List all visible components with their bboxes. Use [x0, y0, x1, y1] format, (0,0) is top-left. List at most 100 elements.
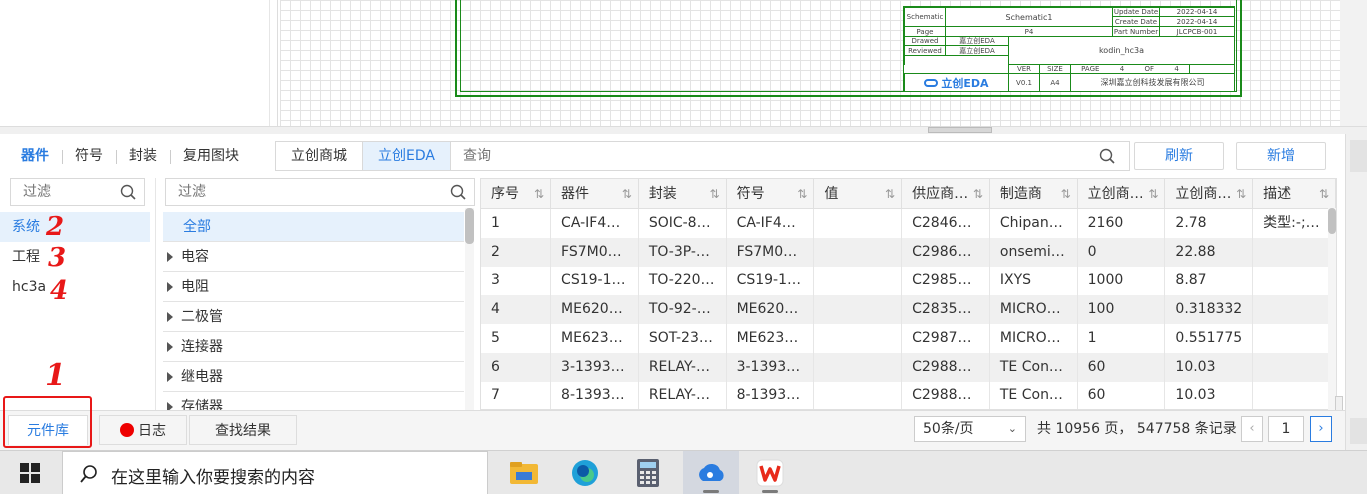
splitter-handle[interactable] — [928, 127, 992, 133]
search-icon — [120, 184, 136, 200]
sort-icon[interactable]: ⇅ — [710, 179, 720, 209]
library-item-project[interactable]: 工程 — [0, 242, 150, 272]
start-button[interactable] — [0, 451, 60, 494]
caret-right-icon[interactable] — [167, 311, 173, 322]
table-header: 序号 ⇅ 器件 ⇅ 封装 ⇅ 符号 ⇅ 值 ⇅ 供应商… ⇅ 制造商 ⇅ 立创商… ⇅ 立创商… ⇅ 描述 ⇅ — [481, 179, 1336, 209]
tab-lceda[interactable]: 立创EDA — [363, 142, 451, 170]
table-cell — [1253, 381, 1336, 409]
caret-right-icon[interactable] — [167, 281, 173, 292]
sort-icon[interactable]: ⇅ — [534, 179, 544, 209]
column-header[interactable]: 制造商 ⇅ — [990, 179, 1078, 209]
column-header[interactable]: 序号 ⇅ — [481, 179, 552, 209]
canvas-scrollbar[interactable] — [1340, 0, 1367, 126]
table-row[interactable]: 4 ME620… TO-92-… ME620… C2835… MICRO… 100 0.318… — [481, 295, 1336, 325]
column-header-label: 值 — [824, 186, 839, 202]
page-size-select[interactable]: 50条/页 ⌄ — [914, 416, 1026, 442]
tab-find-results[interactable]: 查找结果 — [189, 415, 297, 445]
tab-lcsc-mall[interactable]: 立创商城 — [276, 142, 363, 170]
panel-splitter[interactable] — [0, 126, 1367, 134]
table-row[interactable]: 1 CA-IF4… SOIC-8… CA-IF4… C2846… Chipan… 2160 2… — [481, 209, 1336, 238]
of-label: OF — [1144, 65, 1155, 73]
category-item[interactable]: 电阻 — [163, 272, 464, 302]
table-cell: 1 — [481, 209, 552, 238]
pager-info: 共 10956 页， 547758 条记录 — [1037, 421, 1237, 437]
tab-log[interactable]: 日志 — [99, 415, 187, 445]
table-cell: IXYS — [990, 266, 1078, 296]
table-row[interactable]: 3 CS19-1… TO-220… CS19-1… C2985… IXYS 1000 8.87 — [481, 266, 1336, 296]
search-icon[interactable] — [1099, 148, 1115, 164]
category-scroll-thumb[interactable] — [465, 208, 474, 244]
table-row[interactable]: 2 FS7M0… TO-3P-… FS7M0… C2986… onsemi… 0 22.88 — [481, 237, 1336, 267]
table-cell: ME623… — [727, 323, 815, 353]
caret-right-icon[interactable] — [167, 401, 173, 410]
file-explorer-icon[interactable] — [496, 451, 552, 494]
category-item[interactable]: 存储器 — [163, 392, 464, 410]
category-filter-input[interactable] — [166, 179, 474, 205]
column-header[interactable]: 封装 ⇅ — [639, 179, 727, 209]
rail-button[interactable] — [1350, 140, 1367, 172]
tab-reuse-block[interactable]: 复用图块 — [170, 142, 252, 170]
tab-symbol[interactable]: 符号 — [62, 142, 116, 170]
column-header-label: 描述 — [1263, 186, 1292, 202]
column-header[interactable]: 立创商… ⇅ — [1165, 179, 1254, 209]
column-header[interactable]: 器件 ⇅ — [551, 179, 639, 209]
column-header[interactable]: 立创商… ⇅ — [1078, 179, 1166, 209]
column-header-label: 序号 — [491, 186, 519, 202]
table-cell: FS7M0… — [551, 237, 639, 267]
sort-icon[interactable]: ⇅ — [1319, 179, 1329, 209]
table-cell: CS19-1… — [551, 266, 639, 296]
table-row[interactable]: 7 8-1393… RELAY-… 8-1393… C2988… TE Con… 60 10.… — [481, 381, 1336, 409]
column-header[interactable]: 符号 ⇅ — [727, 179, 815, 209]
caret-right-icon[interactable] — [167, 251, 173, 262]
table-scroll-thumb[interactable] — [1328, 208, 1336, 234]
sort-icon[interactable]: ⇅ — [885, 179, 895, 209]
table-cell: 60 — [1078, 352, 1166, 382]
library-type-tabs: 器件 符号 封装 复用图块 — [8, 142, 252, 170]
table-cell: TO-92-… — [639, 295, 727, 325]
sort-icon[interactable]: ⇅ — [1236, 179, 1246, 209]
table-cell: onsemi… — [990, 237, 1078, 267]
category-all[interactable]: 全部 — [163, 212, 464, 242]
calculator-icon[interactable] — [620, 451, 676, 494]
edge-icon[interactable] — [557, 451, 613, 494]
taskbar-search-box[interactable]: 在这里输入你要搜索的内容 — [62, 451, 488, 494]
rail-button[interactable] — [1350, 418, 1367, 444]
category-item[interactable]: 二极管 — [163, 302, 464, 332]
column-header[interactable]: 描述 ⇅ — [1253, 179, 1336, 209]
category-item[interactable]: 连接器 — [163, 332, 464, 362]
caret-right-icon[interactable] — [167, 341, 173, 352]
tab-device[interactable]: 器件 — [8, 142, 62, 170]
table-scrollbar[interactable] — [1328, 208, 1336, 410]
table-cell: 3 — [481, 266, 552, 296]
schematic-canvas[interactable]: Schematic Schematic1 Update Date 2022-04… — [0, 0, 1367, 130]
table-cell: 0.318332 — [1165, 295, 1254, 325]
refresh-button[interactable]: 刷新 — [1134, 142, 1224, 170]
page-number-input[interactable]: 1 — [1268, 416, 1304, 442]
prev-page-button[interactable]: ‹ — [1241, 416, 1263, 442]
wps-icon[interactable] — [742, 451, 798, 494]
table-row[interactable]: 5 ME623… SOT-23… ME623… C2987… MICRO… 1 0.55177… — [481, 323, 1336, 353]
library-item-hc3a[interactable]: hc3a — [0, 272, 150, 302]
query-input[interactable] — [450, 142, 1129, 170]
column-header[interactable]: 值 ⇅ — [814, 179, 903, 209]
library-item-system[interactable]: 系统 — [0, 212, 150, 242]
sort-icon[interactable]: ⇅ — [797, 179, 807, 209]
column-header[interactable]: 供应商… ⇅ — [902, 179, 990, 209]
sort-icon[interactable]: ⇅ — [973, 179, 983, 209]
sort-icon[interactable]: ⇅ — [622, 179, 632, 209]
sort-icon[interactable]: ⇅ — [1061, 179, 1071, 209]
table-cell — [814, 323, 903, 353]
category-item[interactable]: 电容 — [163, 242, 464, 272]
sort-icon[interactable]: ⇅ — [1148, 179, 1158, 209]
add-button[interactable]: 新增 — [1236, 142, 1326, 170]
next-page-button[interactable]: › — [1310, 416, 1332, 442]
library-filter — [10, 178, 145, 206]
caret-right-icon[interactable] — [167, 371, 173, 382]
logo-text: 立创EDA — [941, 76, 989, 90]
lceda-pro-icon[interactable] — [683, 451, 739, 494]
tab-footprint[interactable]: 封装 — [116, 142, 170, 170]
table-cell: 4 — [481, 295, 552, 325]
table-cell: 60 — [1078, 381, 1166, 409]
category-item[interactable]: 继电器 — [163, 362, 464, 392]
table-row[interactable]: 6 3-1393… RELAY-… 3-1393… C2988… TE Con… 60 10.… — [481, 352, 1336, 382]
